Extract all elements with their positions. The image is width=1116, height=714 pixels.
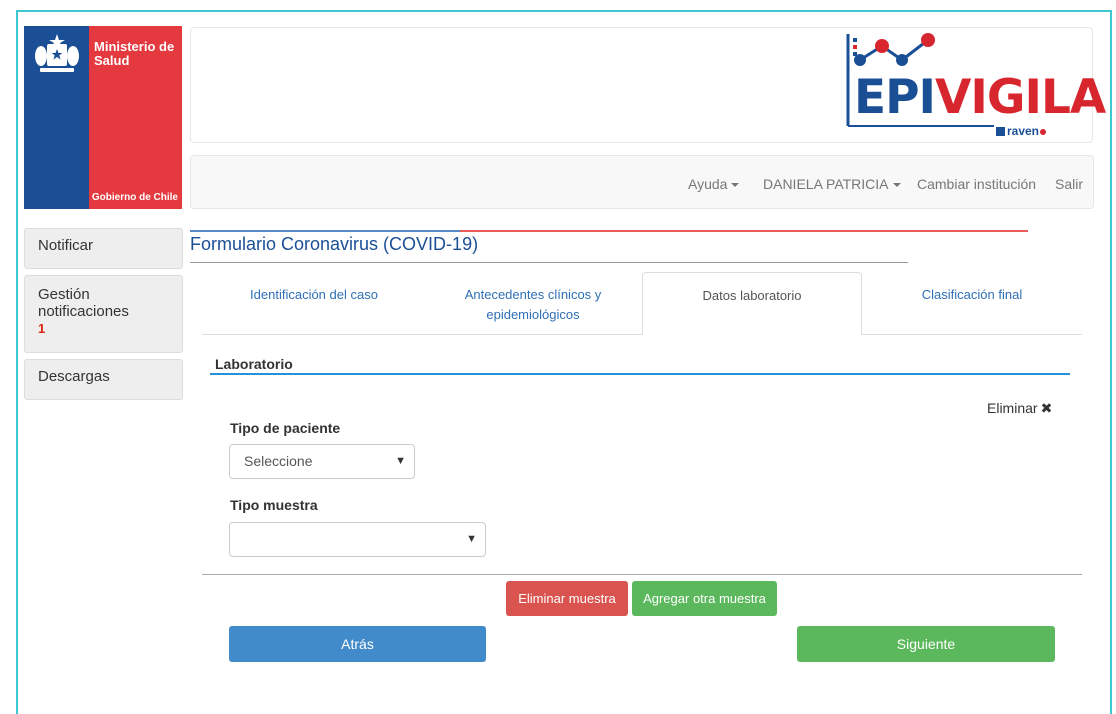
sidebar-item-descargas[interactable]: Descargas [24, 359, 183, 400]
ministry-name: Ministerio de Salud [94, 39, 175, 68]
tab-clasificacion-final[interactable]: Clasificación final [862, 272, 1082, 335]
sample-type-label: Tipo muestra [230, 497, 318, 513]
raven-logo: raven [995, 124, 1046, 138]
coat-of-arms-icon [35, 34, 79, 72]
tab-datos-laboratorio[interactable]: Datos laboratorio [642, 272, 862, 335]
user-menu[interactable]: DANIELA PATRICIA [763, 176, 901, 192]
sidebar-item-notificar[interactable]: Notificar [24, 228, 183, 269]
form-divider [202, 574, 1082, 575]
raven-dot-icon [1040, 128, 1046, 135]
sidebar-item-gestion-notificaciones[interactable]: Gestión notificaciones 1 [24, 275, 183, 353]
change-institution-link[interactable]: Cambiar institución [917, 176, 1036, 192]
title-accent-line [460, 230, 1028, 232]
caret-down-icon [731, 183, 740, 188]
close-icon: ✖ [1040, 400, 1053, 416]
title-accent-line [190, 230, 460, 232]
notification-count-badge: 1 [38, 321, 46, 336]
dropdown-arrow-icon: ▼ [466, 533, 477, 545]
help-menu[interactable]: Ayuda [688, 176, 740, 192]
logo-epi: EPI [854, 70, 936, 125]
gobierno-logo: Ministerio de Salud Gobierno de Chile [24, 26, 182, 209]
back-button[interactable]: Atrás [229, 626, 486, 662]
tab-antecedentes[interactable]: Antecedentes clínicos y epidemiológicos [440, 272, 626, 335]
remove-sample-button[interactable]: Eliminar muestra [506, 581, 628, 616]
header-logo-panel: EPIVIGILA raven [190, 27, 1106, 143]
add-sample-button[interactable]: Agregar otra muestra [632, 581, 777, 616]
dropdown-arrow-icon: ▼ [395, 455, 406, 467]
top-navbar: Ayuda DANIELA PATRICIA Cambiar instituci… [190, 155, 1094, 209]
government-name: Gobierno de Chile [91, 192, 178, 203]
logo-vigila: VIGILA [935, 70, 1106, 125]
sample-type-select[interactable]: ▼ [229, 522, 486, 557]
raven-mark-icon [995, 127, 1005, 137]
logout-link[interactable]: Salir [1055, 176, 1083, 192]
caret-down-icon [892, 183, 901, 188]
remove-sample-link[interactable]: Eliminar ✖ [987, 400, 1052, 417]
page-title: Formulario Coronavirus (COVID-19) [190, 234, 479, 254]
epivigila-logo: EPIVIGILA raven [844, 30, 1106, 138]
tab-identificacion[interactable]: Identificación del caso [204, 272, 424, 335]
section-title: Laboratorio [215, 356, 293, 372]
title-underline [190, 262, 908, 263]
next-button[interactable]: Siguiente [797, 626, 1055, 662]
patient-type-label: Tipo de paciente [230, 420, 341, 436]
section-divider [210, 373, 1070, 375]
patient-type-select[interactable]: Seleccione ▼ [229, 444, 415, 479]
